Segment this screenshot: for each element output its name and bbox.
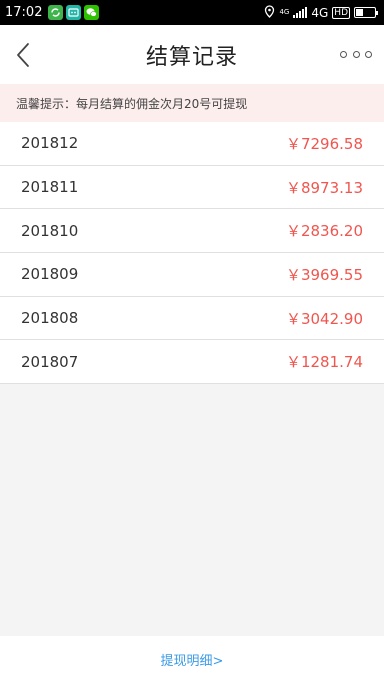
record-period: 201808 — [21, 309, 79, 328]
app-screen: 17:02 4G 4G HD 结算记录 温馨提示：每月结算的佣金次月20号可提现… — [0, 0, 384, 682]
chevron-left-icon — [17, 43, 29, 67]
status-time: 17:02 — [5, 5, 43, 20]
record-amount: ￥3042.90 — [285, 309, 363, 328]
record-row[interactable]: 201811 ￥8973.13 — [0, 166, 384, 210]
back-button[interactable] — [12, 41, 36, 69]
record-amount: ￥7296.58 — [285, 134, 363, 153]
notice-banner: 温馨提示：每月结算的佣金次月20号可提现 — [0, 84, 384, 122]
network-small-label: 4G — [279, 8, 290, 16]
hd-badge: HD — [332, 6, 350, 19]
wechat-icon — [84, 5, 100, 20]
record-row[interactable]: 201808 ￥3042.90 — [0, 297, 384, 341]
record-amount: ￥1281.74 — [285, 353, 363, 372]
page-title: 结算记录 — [145, 44, 238, 70]
signal-icon — [293, 7, 308, 18]
record-row[interactable]: 201807 ￥1281.74 — [0, 340, 384, 385]
more-dot — [352, 50, 360, 58]
status-indicators: 4G 4G HD — [264, 4, 380, 21]
record-amount: ￥8973.13 — [285, 178, 363, 197]
withdraw-details-link[interactable]: 提现明细> — [161, 650, 224, 669]
notice-text: 温馨提示：每月结算的佣金次月20号可提现 — [16, 96, 248, 111]
record-row[interactable]: 201810 ￥2836.20 — [0, 209, 384, 254]
record-period: 201811 — [21, 178, 79, 197]
footer-bar: 提现明细> — [0, 636, 384, 682]
more-button[interactable] — [340, 47, 372, 61]
status-bar: 17:02 4G 4G HD — [0, 0, 384, 25]
battery-icon — [354, 7, 378, 18]
robot-app-icon — [66, 5, 82, 20]
header-bar: 结算记录 — [0, 25, 384, 84]
record-row[interactable]: 201812 ￥7296.58 — [0, 122, 384, 166]
location-icon — [264, 4, 275, 21]
record-period: 201810 — [21, 221, 79, 240]
more-dot — [340, 50, 347, 58]
record-row[interactable]: 201809 ￥3969.55 — [0, 253, 384, 297]
settlement-record-list: 201812 ￥7296.58 201811 ￥8973.13 201810 ￥… — [0, 122, 384, 385]
refresh-app-icon — [48, 5, 64, 20]
record-amount: ￥2836.20 — [285, 222, 363, 241]
record-amount: ￥3969.55 — [285, 265, 363, 284]
more-dot — [365, 50, 372, 58]
network-label: 4G — [311, 5, 329, 20]
record-period: 201812 — [21, 134, 79, 153]
record-period: 201809 — [21, 265, 79, 284]
record-period: 201807 — [21, 352, 79, 371]
